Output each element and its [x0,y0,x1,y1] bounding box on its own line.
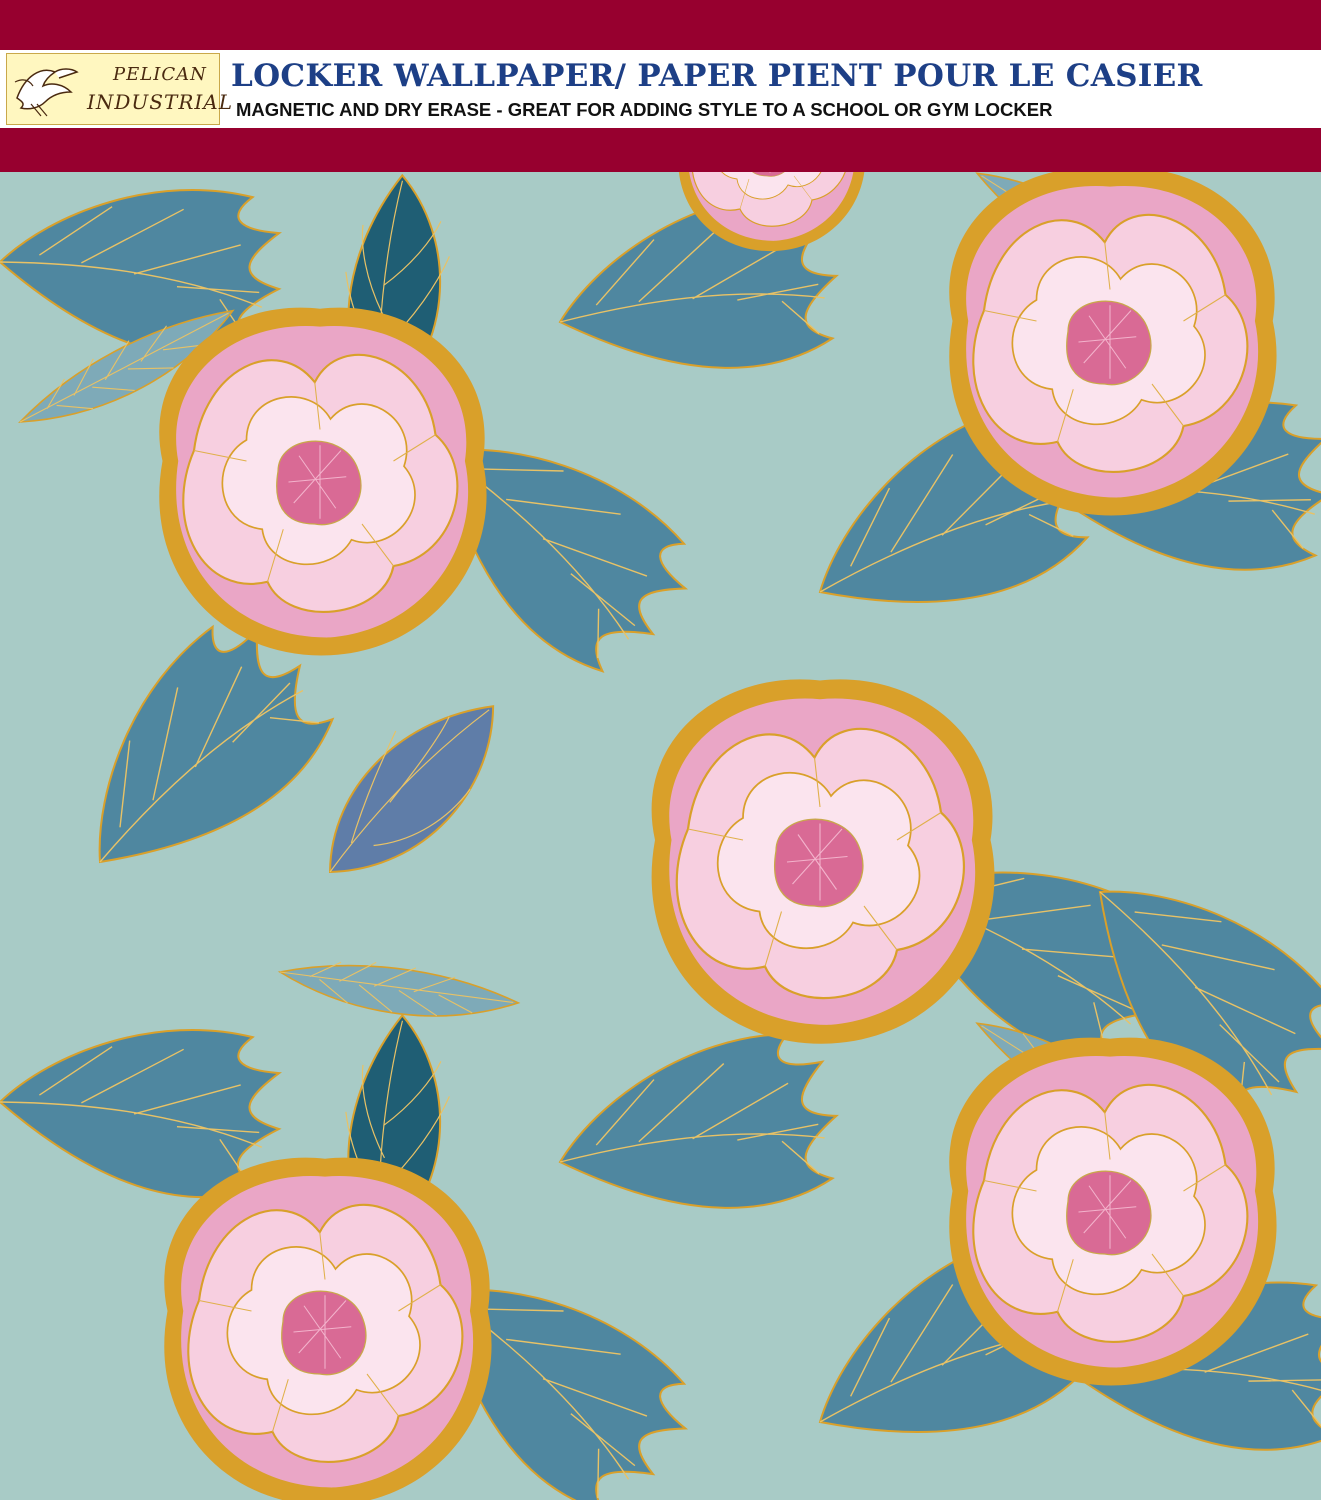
floral-wallpaper-pattern [0,172,1321,1500]
product-subline: MAGNETIC AND DRY ERASE - GREAT FOR ADDIN… [236,99,1053,120]
product-headline: LOCKER WALLPAPER/ PAPER PIENT POUR LE CA… [231,58,1203,94]
brand-name-line-1: PELICAN [113,64,207,85]
brand-logo: PELICAN INDUSTRIAL [6,53,232,125]
brand-name-line-2: INDUSTRIAL [87,90,234,114]
pelican-icon [14,68,79,117]
product-banner: PELICAN INDUSTRIAL LOCKER WALLPAPER/ PAP… [0,0,1321,172]
